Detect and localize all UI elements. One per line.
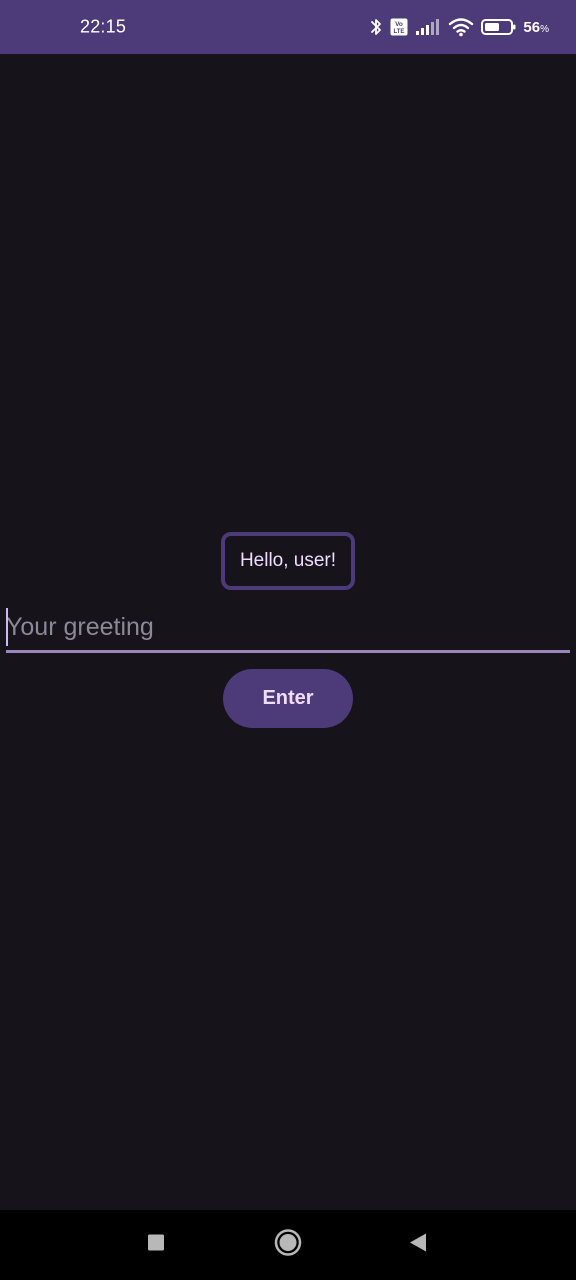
square-icon xyxy=(147,1234,165,1257)
navigation-bar xyxy=(0,1210,576,1280)
greeting-input-field[interactable] xyxy=(6,604,570,653)
battery-percent: 56% xyxy=(523,18,549,36)
status-time: 22:15 xyxy=(80,16,127,37)
greeting-input[interactable] xyxy=(6,604,570,650)
svg-text:Vo: Vo xyxy=(395,21,403,28)
back-button[interactable] xyxy=(409,1233,427,1258)
enter-button[interactable]: Enter xyxy=(223,669,353,728)
wifi-icon xyxy=(448,17,474,37)
triangle-back-icon xyxy=(409,1233,427,1258)
text-cursor xyxy=(6,608,8,646)
status-bar: 22:15 Vo LTE 56% xyxy=(0,0,576,54)
home-button[interactable] xyxy=(274,1229,302,1262)
circle-icon xyxy=(274,1229,302,1262)
greeting-text: Hello, user! xyxy=(221,532,355,590)
app-screen: 22:15 Vo LTE 56% Hello, user! Your greet… xyxy=(0,0,576,1280)
signal-icon xyxy=(415,18,441,36)
status-icons: Vo LTE 56% xyxy=(369,17,549,37)
volte-icon: Vo LTE xyxy=(390,18,408,36)
battery-icon xyxy=(481,18,517,36)
recents-button[interactable] xyxy=(147,1234,165,1257)
svg-text:LTE: LTE xyxy=(394,29,405,35)
bluetooth-icon xyxy=(369,17,383,37)
